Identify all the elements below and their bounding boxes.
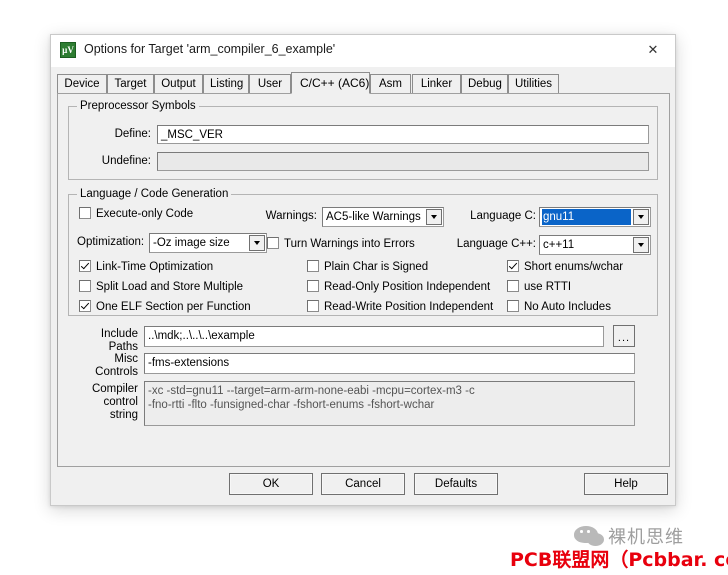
page-title: Options for Target 'arm_compiler_6_examp…	[84, 42, 336, 56]
optimization-label: Optimization:	[77, 236, 145, 248]
define-input[interactable]: _MSC_VER	[157, 125, 649, 144]
include-paths-browse-button[interactable]: ...	[613, 325, 635, 347]
chevron-down-icon[interactable]	[426, 209, 442, 225]
checkbox-label: Turn Warnings into Errors	[284, 238, 415, 250]
help-button[interactable]: Help	[584, 473, 668, 495]
wechat-icon	[574, 526, 604, 546]
checkbox-box	[507, 260, 519, 272]
checkbox-box	[79, 280, 91, 292]
checkbox-label: Plain Char is Signed	[324, 261, 429, 273]
checkbox-use-rtti[interactable]: use RTTI	[507, 280, 571, 294]
checkbox-label: Short enums/wchar	[524, 261, 624, 273]
checkbox-execute-only-code[interactable]: Execute-only Code	[79, 207, 193, 221]
language-c-select[interactable]: gnu11	[539, 207, 651, 227]
options-dialog: µV Options for Target 'arm_compiler_6_ex…	[50, 34, 676, 506]
include-paths-label-line2: Paths	[108, 341, 138, 353]
tab-listing[interactable]: Listing	[203, 74, 249, 93]
checkbox-box	[307, 260, 319, 272]
watermark: 裸机思维 PCB联盟网（Pcbbar. com）	[508, 521, 728, 573]
checkbox-label: Read-Write Position Independent	[324, 301, 494, 313]
screen: µV Options for Target 'arm_compiler_6_ex…	[0, 0, 728, 575]
checkbox-box	[79, 260, 91, 272]
checkbox-box	[507, 300, 519, 312]
chevron-down-icon[interactable]	[633, 209, 649, 225]
checkbox-label: use RTTI	[524, 281, 572, 293]
optimization-select[interactable]: -Oz image size	[149, 233, 267, 253]
tab-debug[interactable]: Debug	[461, 74, 508, 93]
optimization-value: -Oz image size	[153, 237, 230, 249]
tab-utilities[interactable]: Utilities	[508, 74, 559, 93]
misc-controls-label-line1: Misc	[114, 353, 138, 365]
compiler-control-string-input[interactable]: -xc -std=gnu11 --target=arm-arm-none-eab…	[144, 381, 635, 426]
chevron-down-icon[interactable]	[249, 235, 265, 251]
compiler-control-label-line2: control	[103, 396, 138, 408]
language-c-label: Language C:	[470, 210, 536, 222]
checkbox-link-time-optimization[interactable]: Link-Time Optimization	[79, 260, 213, 274]
language-c-value: gnu11	[542, 209, 631, 225]
checkbox-read-only-position-independent[interactable]: Read-Only Position Independent	[307, 280, 490, 294]
include-paths-input[interactable]: ..\mdk;..\..\..\example	[144, 326, 604, 347]
checkbox-read-write-position-independent[interactable]: Read-Write Position Independent	[307, 300, 493, 314]
checkbox-box	[79, 207, 91, 219]
tab-user[interactable]: User	[249, 74, 291, 93]
watermark-red-text: PCB联盟网（Pcbbar. com）	[510, 549, 728, 571]
checkbox-label: No Auto Includes	[524, 301, 611, 313]
checkbox-split-load-and-store-multiple[interactable]: Split Load and Store Multiple	[79, 280, 243, 294]
cancel-button[interactable]: Cancel	[321, 473, 405, 495]
tab-device[interactable]: Device	[57, 74, 107, 93]
undefine-label: Undefine:	[101, 155, 151, 167]
checkbox-box	[507, 280, 519, 292]
compiler-control-label-line3: string	[109, 409, 138, 421]
group-preprocessor-symbols: Preprocessor Symbols Define: _MSC_VER Un…	[68, 100, 658, 180]
checkbox-label: Execute-only Code	[96, 208, 194, 220]
misc-controls-label-line2: Controls	[95, 366, 138, 378]
checkbox-one-elf-section-per-function[interactable]: One ELF Section per Function	[79, 300, 251, 314]
checkbox-box	[267, 237, 279, 249]
tab-page-c-cpp: Preprocessor Symbols Define: _MSC_VER Un…	[57, 93, 670, 467]
undefine-input[interactable]	[157, 152, 649, 171]
include-paths-label-line1: Include	[100, 328, 138, 340]
language-cpp-value: c++11	[543, 239, 575, 251]
wechat-dot-right	[587, 530, 590, 533]
tab-c-cpp-ac6[interactable]: C/C++ (AC6)	[291, 72, 370, 94]
warnings-label: Warnings:	[265, 210, 317, 222]
warnings-value: AC5-like Warnings	[326, 211, 421, 223]
uvision-icon: µV	[60, 42, 76, 58]
checkbox-label: Split Load and Store Multiple	[96, 281, 244, 293]
defaults-button[interactable]: Defaults	[414, 473, 498, 495]
ok-button[interactable]: OK	[229, 473, 313, 495]
tab-asm[interactable]: Asm	[370, 74, 411, 93]
group-language-code-generation: Language / Code Generation Execute-only …	[68, 188, 658, 316]
chevron-down-icon[interactable]	[633, 237, 649, 253]
checkbox-no-auto-includes[interactable]: No Auto Includes	[507, 300, 611, 314]
language-cpp-select[interactable]: c++11	[539, 235, 651, 255]
tab-output[interactable]: Output	[154, 74, 203, 93]
compiler-control-label-line1: Compiler	[91, 383, 138, 395]
wechat-dot-left	[580, 530, 583, 533]
misc-controls-input[interactable]: -fms-extensions	[144, 353, 635, 374]
checkbox-plain-char-is-signed[interactable]: Plain Char is Signed	[307, 260, 428, 274]
tab-target[interactable]: Target	[107, 74, 154, 93]
checkbox-box	[307, 300, 319, 312]
checkbox-short-enums-wchar[interactable]: Short enums/wchar	[507, 260, 623, 274]
checkbox-box	[79, 300, 91, 312]
checkbox-turn-warnings-into-errors[interactable]: Turn Warnings into Errors	[267, 237, 415, 251]
title-bar: µV Options for Target 'arm_compiler_6_ex…	[51, 35, 675, 67]
warnings-select[interactable]: AC5-like Warnings	[322, 207, 444, 227]
tab-strip: Device Target Output Listing User C/C++ …	[57, 72, 669, 94]
close-icon[interactable]: ✕	[631, 35, 675, 65]
checkbox-label: Read-Only Position Independent	[324, 281, 491, 293]
group-preprocessor-legend: Preprocessor Symbols	[77, 100, 199, 112]
group-language-legend: Language / Code Generation	[77, 188, 232, 200]
define-label: Define:	[114, 128, 151, 140]
checkbox-label: One ELF Section per Function	[96, 301, 251, 313]
tab-linker[interactable]: Linker	[412, 74, 461, 93]
checkbox-box	[307, 280, 319, 292]
checkbox-label: Link-Time Optimization	[96, 261, 214, 273]
language-cpp-label: Language C++:	[456, 238, 536, 250]
